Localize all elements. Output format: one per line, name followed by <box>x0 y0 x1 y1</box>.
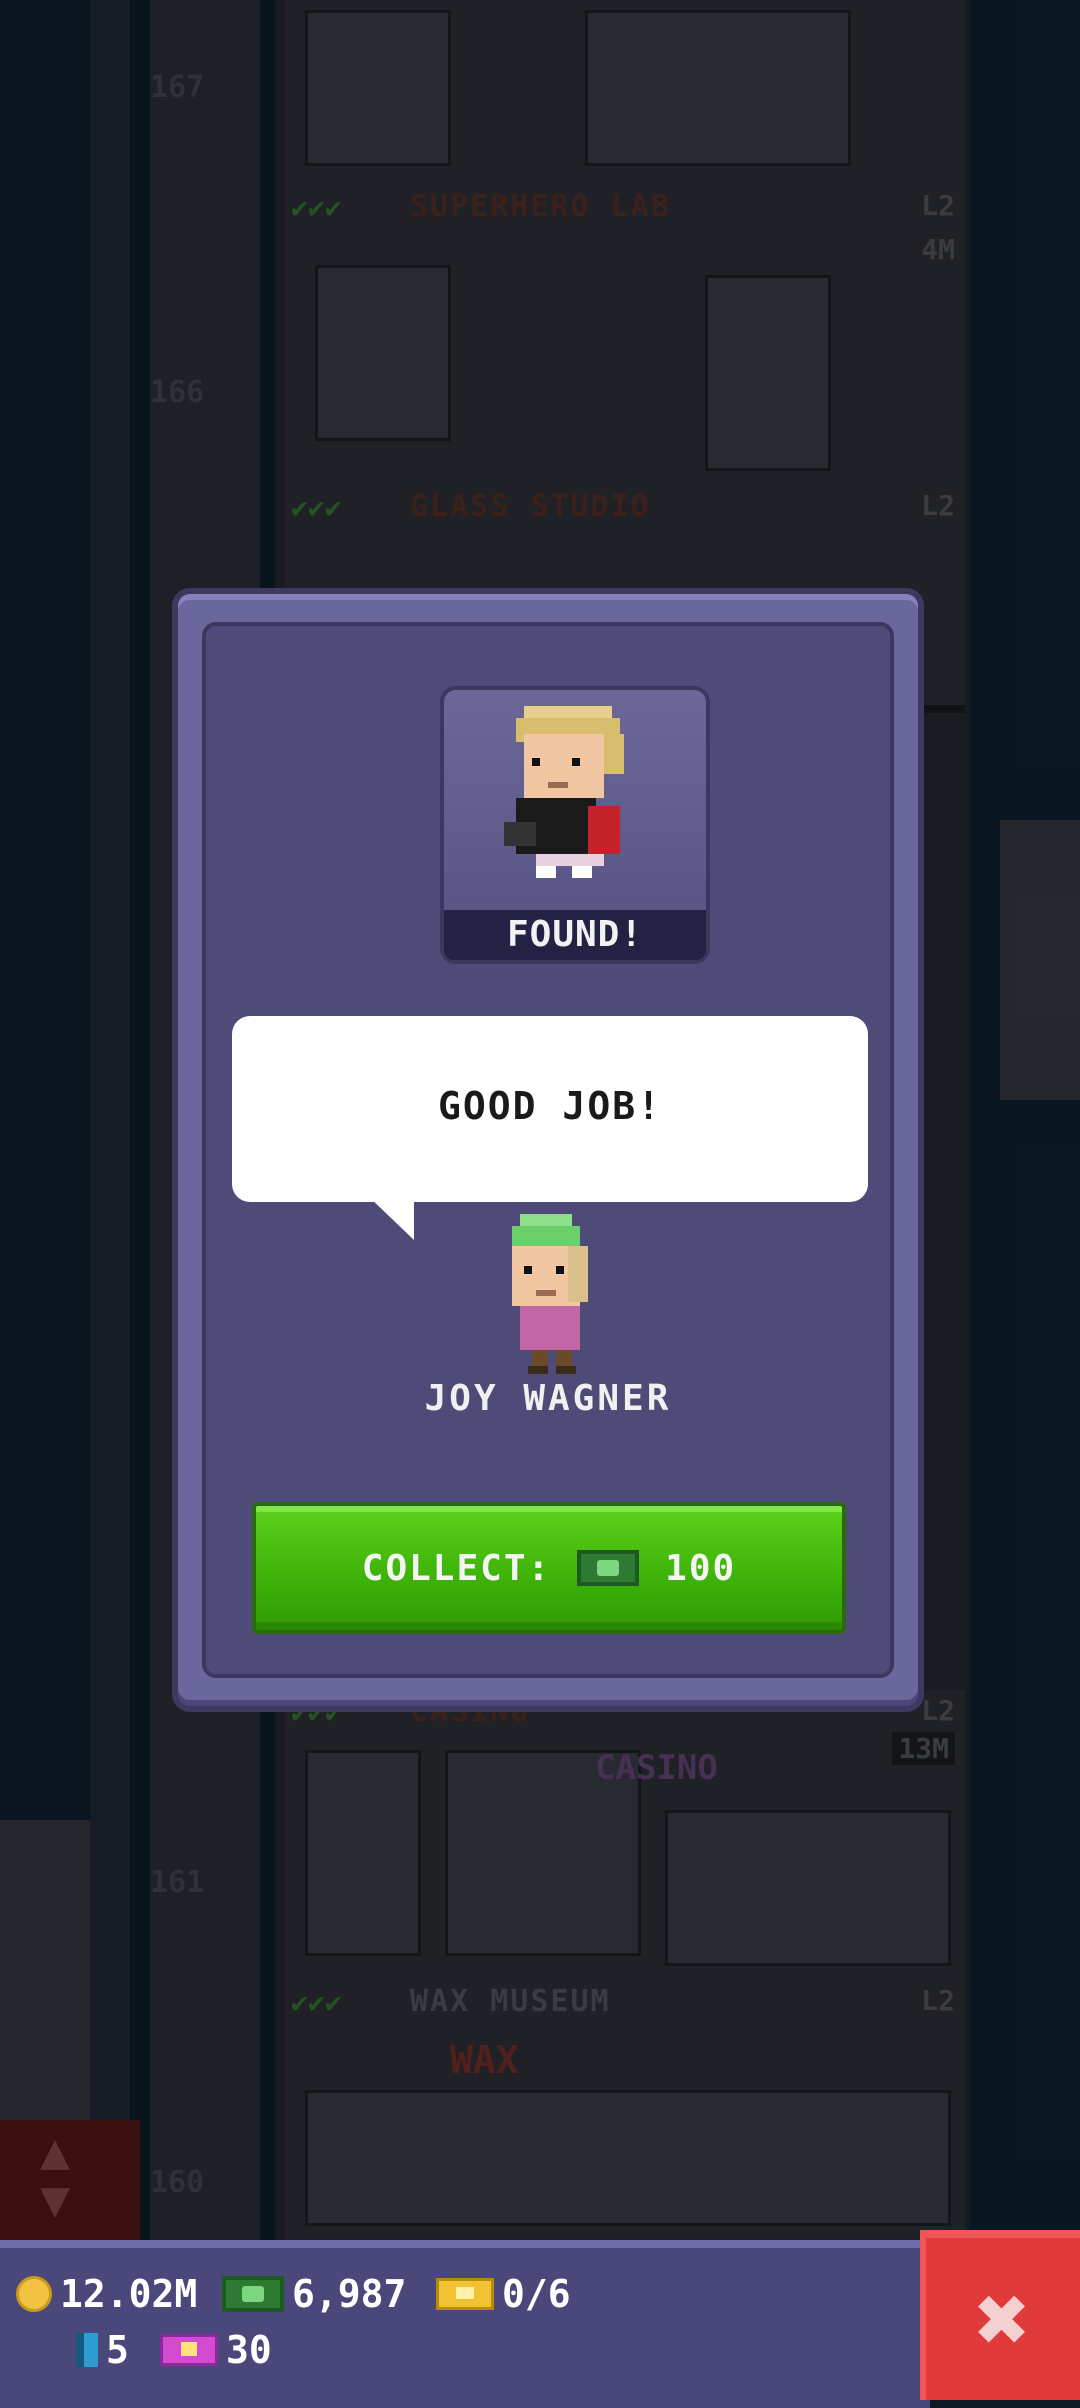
close-icon: ✖ <box>975 2266 1031 2373</box>
bux-icon <box>577 1550 640 1586</box>
coins-counter[interactable]: 12.02M <box>16 2272 197 2316</box>
elevator-value: 5 <box>106 2328 129 2372</box>
speech-text: GOOD JOB! <box>438 1084 662 1128</box>
collect-button[interactable]: COLLECT: 100 <box>252 1502 846 1634</box>
bitizen-found-dialog: FOUND! GOOD JOB! JOY WAGNER COLLECT: 100 <box>172 588 924 1712</box>
collect-label: COLLECT: <box>361 1547 552 1589</box>
bux-value: 6,987 <box>292 2272 407 2316</box>
close-button[interactable]: ✖ <box>920 2230 1080 2400</box>
gold-ticket-value: 0/6 <box>502 2272 571 2316</box>
bitizen-avatar-icon <box>504 706 624 878</box>
elevator-counter[interactable]: 5 <box>76 2328 129 2372</box>
found-bitizen-portrait: FOUND! <box>440 686 710 964</box>
dialog-body: FOUND! GOOD JOB! JOY WAGNER COLLECT: 100 <box>202 622 894 1678</box>
bux-counter[interactable]: 6,987 <box>222 2272 406 2316</box>
gold-ticket-counter[interactable]: 0/6 <box>436 2272 571 2316</box>
coins-value: 12.02M <box>60 2272 198 2316</box>
gold-ticket-icon <box>436 2278 494 2310</box>
found-label: FOUND! <box>444 910 706 960</box>
resource-bar: 12.02M 6,987 0/6 5 30 <box>0 2240 930 2408</box>
speech-bubble: GOOD JOB! <box>232 1016 868 1202</box>
tower-bux-value: 30 <box>226 2328 272 2372</box>
tower-bux-icon <box>160 2334 218 2366</box>
elevator-icon <box>76 2333 98 2367</box>
npc-avatar-icon <box>512 1214 588 1374</box>
speech-bubble-tail <box>368 1196 414 1240</box>
bux-icon <box>222 2276 284 2312</box>
coin-icon <box>16 2276 52 2312</box>
collect-amount: 100 <box>665 1547 737 1589</box>
tower-bux-counter[interactable]: 30 <box>160 2328 272 2372</box>
npc-name: JOY WAGNER <box>424 1378 672 1419</box>
